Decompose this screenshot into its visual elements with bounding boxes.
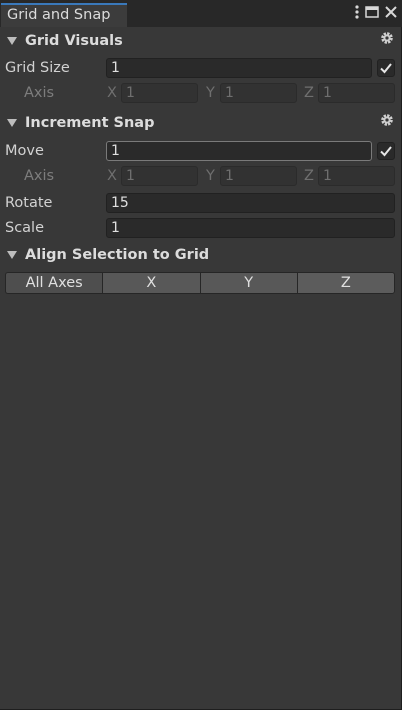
axis-y-label: Y	[206, 168, 215, 184]
axis-x-label: X	[107, 85, 117, 101]
rotate-row: Rotate 15	[0, 192, 402, 214]
foldout-grid-visuals[interactable]: Grid Visuals	[0, 28, 402, 53]
align-all-axes-button[interactable]: All Axes	[5, 272, 103, 294]
grid-axis-y-field[interactable]: 1	[220, 83, 297, 103]
grid-axis-z-field[interactable]: 1	[318, 83, 395, 103]
tab-bar: Grid and Snap	[0, 0, 402, 27]
grid-size-field[interactable]: 1	[106, 58, 372, 78]
grid-axis-label: Axis	[24, 85, 55, 101]
move-axis-z-field[interactable]: 1	[318, 166, 395, 186]
foldout-title: Align Selection to Grid	[25, 246, 210, 263]
axis-y-label: Y	[206, 85, 215, 101]
scale-row: Scale 1	[0, 217, 402, 239]
foldout-arrow-icon	[7, 118, 17, 127]
move-label: Move	[5, 143, 44, 159]
align-y-button[interactable]: Y	[199, 272, 297, 294]
foldout-increment-snap[interactable]: Increment Snap	[0, 110, 402, 135]
gear-icon[interactable]	[380, 113, 394, 127]
move-field[interactable]: 1	[106, 141, 372, 161]
grid-axis-x-field[interactable]: 1	[121, 83, 198, 103]
rotate-field[interactable]: 15	[106, 193, 395, 213]
grid-size-label: Grid Size	[5, 60, 70, 76]
grid-size-link-toggle[interactable]	[377, 59, 395, 77]
move-axis-row: Axis X 1 Y 1 Z 1	[0, 165, 402, 187]
close-icon[interactable]	[385, 6, 397, 22]
foldout-title: Increment Snap	[25, 114, 155, 131]
tab-grid-and-snap[interactable]: Grid and Snap	[1, 3, 127, 27]
foldout-arrow-icon	[7, 250, 17, 259]
move-axis-label: Axis	[24, 168, 55, 184]
align-z-button[interactable]: Z	[296, 272, 395, 294]
rotate-label: Rotate	[5, 195, 53, 211]
scale-field[interactable]: 1	[106, 218, 395, 238]
move-link-toggle[interactable]	[377, 142, 395, 160]
grid-and-snap-window: Grid and Snap Grid Visuals Grid Size 1 A…	[0, 0, 402, 710]
kebab-menu-icon[interactable]	[355, 5, 359, 23]
move-axis-y-field[interactable]: 1	[220, 166, 297, 186]
foldout-align-selection[interactable]: Align Selection to Grid	[0, 242, 402, 267]
foldout-title: Grid Visuals	[25, 32, 123, 49]
axis-z-label: Z	[304, 168, 314, 184]
grid-axis-row: Axis X 1 Y 1 Z 1	[0, 82, 402, 104]
gear-icon[interactable]	[380, 31, 394, 45]
scale-label: Scale	[5, 220, 45, 236]
align-x-button[interactable]: X	[102, 272, 200, 294]
move-axis-x-field[interactable]: 1	[121, 166, 198, 186]
window-controls	[355, 5, 397, 23]
axis-x-label: X	[107, 168, 117, 184]
checkmark-icon	[380, 63, 392, 74]
grid-size-row: Grid Size 1	[0, 57, 402, 79]
foldout-arrow-icon	[7, 36, 17, 45]
checkmark-icon	[380, 146, 392, 157]
align-button-group: All Axes X Y Z	[5, 272, 395, 294]
axis-z-label: Z	[304, 85, 314, 101]
maximize-icon[interactable]	[365, 6, 379, 22]
move-row: Move 1	[0, 140, 402, 162]
